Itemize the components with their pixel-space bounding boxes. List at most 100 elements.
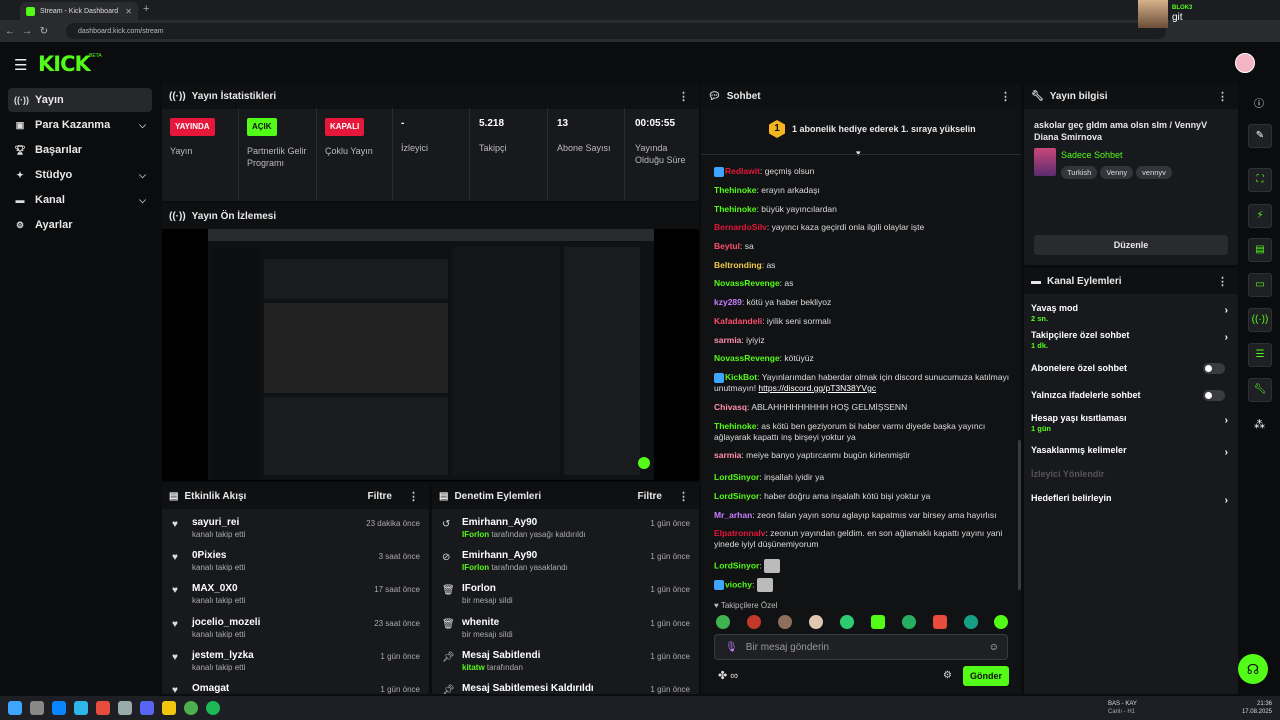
windows-start-icon[interactable] xyxy=(8,701,22,715)
chat-username[interactable]: Kafadandeli xyxy=(714,316,762,326)
list-item[interactable]: ⊘ Emirhann_Ay90 IForlon tarafından yasakla… xyxy=(442,550,690,582)
category-name[interactable]: Sadece Sohbet xyxy=(1061,150,1123,160)
chat-username[interactable]: LordSinyor xyxy=(714,472,759,482)
chat-link[interactable]: https://discord.gg/pT3N38YVgc xyxy=(758,383,876,393)
emote-button[interactable] xyxy=(994,615,1008,629)
sub-only-toggle[interactable] xyxy=(1203,363,1225,374)
emoji-icon[interactable]: ☺ xyxy=(989,642,999,653)
emote-button[interactable] xyxy=(778,615,792,629)
more-icon[interactable]: ⋮ xyxy=(1217,275,1228,288)
stream-preview-video[interactable] xyxy=(208,229,654,480)
discord-icon[interactable] xyxy=(140,701,154,715)
chat-username[interactable]: sarmia xyxy=(714,450,741,460)
folder-icon[interactable] xyxy=(162,701,176,715)
edit-icon[interactable]: ✎ xyxy=(1248,124,1272,148)
chat-username[interactable]: sarmia xyxy=(714,335,741,345)
chat-username[interactable]: NovassRevenge xyxy=(714,278,780,288)
chat-username[interactable]: LordSinyor xyxy=(714,560,759,570)
emote-button[interactable] xyxy=(747,615,761,629)
sidebar-item-studyo[interactable]: ✦ Stüdyo ⌵ xyxy=(8,163,152,187)
chat-scrollbar[interactable] xyxy=(1018,440,1021,590)
app-icon[interactable] xyxy=(96,701,110,715)
list-item[interactable]: ♥ jocelio_mozeli kanalı takip etti 23 saat … xyxy=(172,617,420,649)
spotify-icon[interactable] xyxy=(206,701,220,715)
sidebar-item-kanal[interactable]: ▬ Kanal ⌵ xyxy=(8,188,152,212)
list-item[interactable]: ♥ MAX_0X0 kanalı takip etti 17 saat önce xyxy=(172,583,420,615)
list-item[interactable]: ♥ jestem_lyzka kanalı takip etti 1 gün önce xyxy=(172,650,420,682)
chat-username[interactable]: viochy xyxy=(725,579,752,589)
mic-icon[interactable]: 🎙︎ xyxy=(725,642,738,653)
reload-icon[interactable]: ↻ xyxy=(37,26,51,37)
avatar[interactable] xyxy=(1235,53,1255,73)
chat-username[interactable]: Beytul xyxy=(714,241,740,251)
send-button[interactable]: Gönder xyxy=(963,666,1009,686)
wrench-icon[interactable]: 🔧︎ xyxy=(1248,378,1272,402)
gift-leaderboard-banner[interactable]: 1 1 abonelik hediye ederek 1. sıraya yüks… xyxy=(707,112,1019,146)
chat-username[interactable]: Mr_arhan xyxy=(714,510,752,520)
chat-input[interactable]: 🎙︎ Bir mesaj gönderin ☺ xyxy=(714,634,1008,660)
emote-button[interactable] xyxy=(716,615,730,629)
close-tab-icon[interactable]: ✕ xyxy=(125,7,132,16)
clip-icon[interactable]: ⛶ xyxy=(1248,168,1272,192)
emote-button[interactable] xyxy=(902,615,916,629)
list-item[interactable]: ♥ Omagat 1 gün önce xyxy=(172,683,420,694)
file-explorer-icon[interactable] xyxy=(30,701,44,715)
list-item[interactable]: 🗑︎ whenite bir mesajı sildi 1 gün önce xyxy=(442,617,690,649)
support-icon[interactable]: ☊ xyxy=(1238,654,1268,684)
emote-only-toggle[interactable] xyxy=(1203,390,1225,401)
chat-username[interactable]: NovassRevenge xyxy=(714,353,780,363)
list-item[interactable]: 📌︎ Mesaj Sabitlemesi Kaldırıldı 1 gün önce xyxy=(442,683,690,694)
emote-button[interactable] xyxy=(933,615,947,629)
browser-tab[interactable]: Stream - Kick Dashboard ✕ xyxy=(20,2,138,20)
chat-username[interactable]: LordSinyor xyxy=(714,491,759,501)
back-icon[interactable]: ← xyxy=(3,26,17,37)
sidebar-item-para-kazanma[interactable]: ▣ Para Kazanma ⌵ xyxy=(8,113,152,137)
layout-icon[interactable]: ☰ xyxy=(1248,343,1272,367)
chat-username[interactable]: Thehinoke xyxy=(714,421,757,431)
list-item[interactable]: 📌︎ Mesaj Sabitlendi kitatw tarafından 1 gün… xyxy=(442,650,690,682)
emote-button[interactable] xyxy=(840,615,854,629)
sidebar-item-ayarlar[interactable]: ⚙ Ayarlar xyxy=(8,213,152,237)
rewards-icon[interactable]: ✤ ∞ xyxy=(718,669,738,682)
emote-button[interactable] xyxy=(871,615,885,629)
action-slow-mode[interactable]: Yavaş mod 2 sn. › xyxy=(1031,303,1231,323)
broadcast-icon[interactable]: ((·)) xyxy=(1248,308,1272,332)
chat-username[interactable]: Beltronding xyxy=(714,260,762,270)
chat-username[interactable]: BernardoSilv xyxy=(714,222,767,232)
sidebar-item-basarilar[interactable]: 🏆︎ Başarılar xyxy=(8,138,152,162)
action-account-age[interactable]: Hesap yaşı kısıtlaması 1 gün › xyxy=(1031,413,1231,433)
emote-button[interactable] xyxy=(809,615,823,629)
chat-bubble-icon[interactable]: ▭ xyxy=(1248,273,1272,297)
extensions-icon[interactable]: ⁂ xyxy=(1254,418,1265,431)
more-icon[interactable]: ⋮ xyxy=(678,490,689,503)
chat-settings-icon[interactable]: ⚙ xyxy=(943,670,952,681)
chat-username[interactable]: Elpatronnalv xyxy=(714,528,765,538)
tag[interactable]: Venny xyxy=(1100,166,1134,179)
chat-username[interactable]: Chivasq xyxy=(714,402,747,412)
action-follower-only[interactable]: Takipçilere özel sohbet 1 dk. › xyxy=(1031,330,1231,350)
more-icon[interactable]: ⋮ xyxy=(1217,90,1228,103)
sidebar-item-yayin[interactable]: ((·)) Yayın xyxy=(8,88,152,112)
action-goals[interactable]: Hedefleri belirleyin › xyxy=(1031,493,1231,506)
action-banned-words[interactable]: Yasaklanmış kelimeler › xyxy=(1031,445,1231,458)
kick-logo[interactable]: KICK xyxy=(38,52,91,76)
more-icon[interactable]: ⋮ xyxy=(408,490,419,503)
clock[interactable]: 21:36 17.08.2025 xyxy=(1240,700,1272,716)
edge-icon[interactable] xyxy=(74,701,88,715)
emote-button[interactable] xyxy=(964,615,978,629)
forward-icon[interactable]: → xyxy=(20,26,34,37)
info-icon[interactable]: ⓘ xyxy=(1254,95,1264,110)
chrome-icon[interactable] xyxy=(184,701,198,715)
list-item[interactable]: ♥ 0Pixies kanalı takip etti 3 saat önce xyxy=(172,550,420,582)
chat-username[interactable]: KickBot xyxy=(725,372,757,382)
category-thumbnail[interactable] xyxy=(1034,148,1056,176)
chat-username[interactable]: Thehinoke xyxy=(714,185,757,195)
filter-button[interactable]: Filtre xyxy=(638,491,662,502)
tag[interactable]: vennyv xyxy=(1136,166,1172,179)
outlook-icon[interactable] xyxy=(52,701,66,715)
menu-icon[interactable]: ☰ xyxy=(14,56,27,74)
chat-username[interactable]: Thehinoke xyxy=(714,204,757,214)
url-field[interactable]: dashboard.kick.com/stream xyxy=(66,23,1166,39)
media-widget[interactable]: BAS - KAY Canlı - H1 xyxy=(1108,700,1137,716)
filter-button[interactable]: Filtre xyxy=(368,491,392,502)
